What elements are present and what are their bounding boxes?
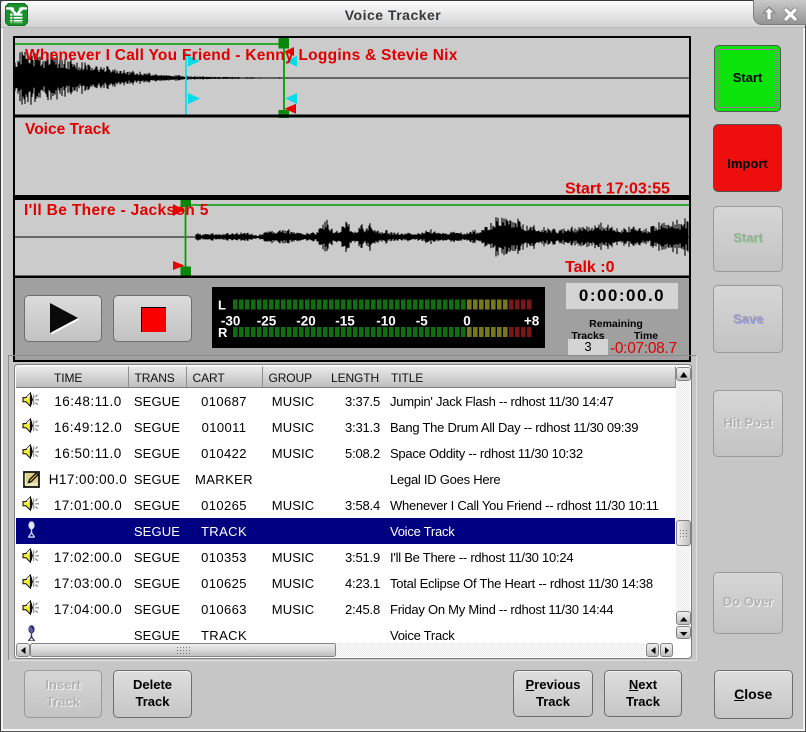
svg-text:-5: -5 <box>416 313 428 328</box>
svg-text:Whenever I Call You Friend - K: Whenever I Call You Friend - Kenny Loggi… <box>25 47 458 64</box>
svg-text:L: L <box>218 297 226 312</box>
svg-text:Talk :0: Talk :0 <box>565 259 615 276</box>
svg-text:-10: -10 <box>376 313 396 328</box>
svg-text:Voice Track: Voice Track <box>25 121 110 138</box>
svg-text:-20: -20 <box>296 313 316 328</box>
svg-text:0: 0 <box>463 313 471 328</box>
svg-text:Start 17:03:55: Start 17:03:55 <box>565 181 670 198</box>
svg-text:I'll Be There - Jackson 5: I'll Be There - Jackson 5 <box>24 202 209 219</box>
svg-text:-15: -15 <box>335 313 355 328</box>
svg-text:-30: -30 <box>221 313 241 328</box>
svg-text:-25: -25 <box>257 313 277 328</box>
svg-text:+8: +8 <box>524 313 540 328</box>
